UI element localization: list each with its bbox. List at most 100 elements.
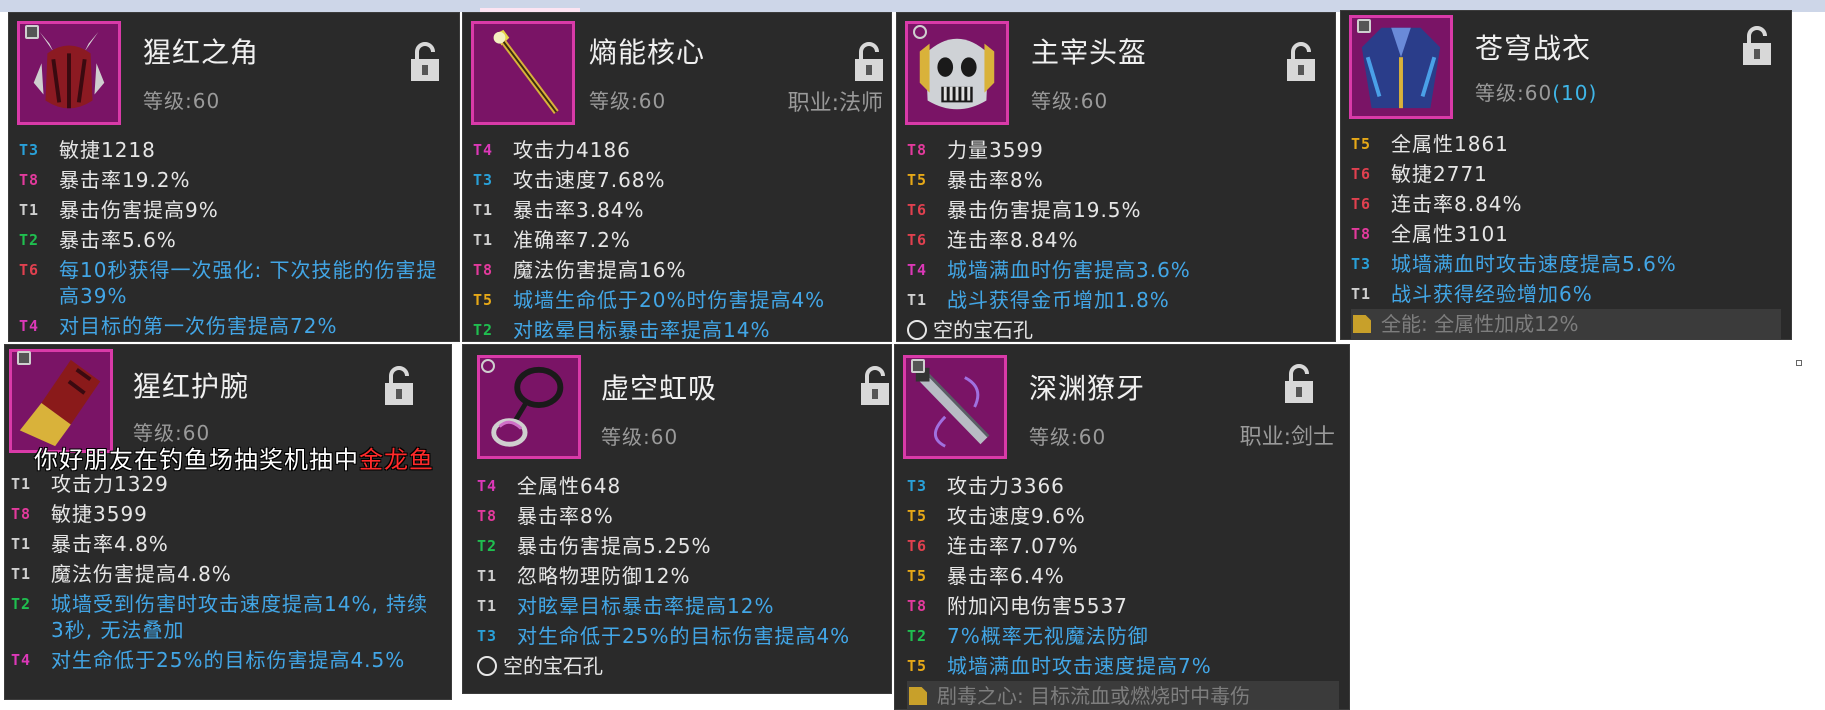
stat-line: T2 城墙受到伤害时攻击速度提高14%, 持续3秒, 无法叠加 bbox=[11, 589, 441, 645]
stat-text: 战斗获得经验增加6% bbox=[1391, 282, 1593, 306]
stat-line: T5 暴击率8% bbox=[907, 165, 1325, 195]
stat-text: 暴击率4.8% bbox=[51, 532, 169, 556]
stat-text: 暴击率3.84% bbox=[513, 198, 645, 222]
item-name: 猩红之角 bbox=[143, 36, 260, 69]
stat-line: T5 城墙生命低于20%时伤害提高4% bbox=[473, 285, 881, 315]
tier-tag: T3 bbox=[477, 627, 498, 645]
stat-text: 暴击伤害提高19.5% bbox=[947, 198, 1142, 222]
stat-line: T6 暴击伤害提高19.5% bbox=[907, 195, 1325, 225]
lock-icon[interactable] bbox=[409, 41, 441, 83]
tier-tag: T5 bbox=[1351, 135, 1372, 153]
lock-icon[interactable] bbox=[1285, 41, 1317, 83]
stat-line: T4 对目标的第一次伤害提高72% bbox=[19, 311, 449, 341]
gem-slot-label: 空的宝石孔 bbox=[933, 318, 1033, 342]
tier-tag: T8 bbox=[11, 505, 32, 523]
lock-icon[interactable] bbox=[859, 365, 891, 407]
stat-text: 暴击伤害提高9% bbox=[59, 198, 219, 222]
stat-line: T4 全属性648 bbox=[477, 471, 881, 501]
stat-line: T4 攻击力4186 bbox=[473, 135, 881, 165]
stat-text: 敏捷2771 bbox=[1391, 162, 1488, 186]
broadcast-text: 你好朋友在钓鱼场抽奖机抽中 bbox=[34, 446, 359, 474]
stat-line: T2 暴击伤害提高5.25% bbox=[477, 531, 881, 561]
stat-text: 暴击率5.6% bbox=[59, 228, 177, 252]
broadcast-message: 你好朋友在钓鱼场抽奖机抽中金龙鱼 bbox=[34, 440, 434, 475]
stat-line: T4 城墙满血时伤害提高3.6% bbox=[907, 255, 1325, 285]
stat-list: T3 攻击力3366 T5 攻击速度9.6% T6 连击率7.07% T5 暴击率6.4… bbox=[907, 471, 1339, 709]
stat-text: 连击率7.07% bbox=[947, 534, 1079, 558]
tier-tag: T2 bbox=[19, 231, 40, 249]
stat-line: T6 敏捷2771 bbox=[1351, 159, 1781, 189]
stat-text: 城墙满血时攻击速度提高5.6% bbox=[1391, 252, 1677, 276]
tier-tag: T3 bbox=[907, 477, 928, 495]
stat-line: T4 对生命低于25%的目标伤害提高4.5% bbox=[11, 645, 441, 675]
tier-tag: T6 bbox=[907, 231, 928, 249]
tier-tag: T1 bbox=[11, 565, 32, 583]
set-bonus: 剧毒之心: 目标流血或燃烧时中毒伤 bbox=[907, 681, 1339, 709]
stat-line: T8 全属性3101 bbox=[1351, 219, 1781, 249]
item-card-entropy-core[interactable]: 熵能核心 等级:60 职业:法师 T4 攻击力4186 T3 攻击速度7.68% T… bbox=[462, 12, 892, 342]
stat-line: T1 暴击伤害提高9% bbox=[19, 195, 449, 225]
stat-text: 全属性648 bbox=[517, 474, 622, 498]
tier-tag: T6 bbox=[907, 537, 928, 555]
gem-slot[interactable]: 空的宝石孔 bbox=[477, 651, 881, 681]
tier-tag: T4 bbox=[19, 317, 40, 335]
tier-tag: T5 bbox=[907, 567, 928, 585]
stat-text: 对眩晕目标暴击率提高12% bbox=[517, 594, 775, 618]
item-level: 等级:60 bbox=[143, 89, 221, 113]
tier-tag: T1 bbox=[11, 535, 32, 553]
item-name: 深渊獠牙 bbox=[1029, 372, 1146, 405]
lock-icon[interactable] bbox=[383, 365, 415, 407]
tier-tag: T8 bbox=[19, 171, 40, 189]
set-bonus-text: 剧毒之心: 目标流血或燃烧时中毒伤 bbox=[937, 684, 1251, 708]
gem-slot[interactable]: 空的宝石孔 bbox=[907, 315, 1325, 342]
item-card-overlord-helmet[interactable]: 主宰头盔 等级:60 T8 力量3599 T5 暴击率8% T6 暴击伤害提高19.5… bbox=[896, 12, 1336, 342]
stat-text: 敏捷1218 bbox=[59, 138, 156, 162]
tier-tag: T4 bbox=[473, 141, 494, 159]
tier-tag: T5 bbox=[907, 507, 928, 525]
stat-line: T6 连击率7.07% bbox=[907, 531, 1339, 561]
stat-text: 魔法伤害提高16% bbox=[513, 258, 687, 282]
item-card-scarlet-bracer[interactable]: 猩红护腕 等级:60 T1 攻击力1329 T8 敏捷3599 T1 暴击率4.8% … bbox=[4, 344, 452, 700]
stat-text: 暴击率19.2% bbox=[59, 168, 191, 192]
lock-icon[interactable] bbox=[853, 41, 885, 83]
item-level: 等级:60(10) bbox=[1475, 81, 1598, 105]
stat-text: 暴击率6.4% bbox=[947, 564, 1065, 588]
item-card-scarlet-horn[interactable]: 猩红之角 等级:60 T3 敏捷1218 T8 暴击率19.2% T1 暴击伤害提高9… bbox=[8, 12, 460, 342]
stat-text: 忽略物理防御12% bbox=[517, 564, 691, 588]
set-flag-icon bbox=[1353, 315, 1371, 333]
stat-text: 魔法伤害提高4.8% bbox=[51, 562, 232, 586]
tier-tag: T4 bbox=[907, 261, 928, 279]
item-name: 猩红护腕 bbox=[133, 370, 250, 403]
stat-text: 暴击率8% bbox=[517, 504, 614, 528]
stat-line: T8 附加闪电伤害5537 bbox=[907, 591, 1339, 621]
quality-marker bbox=[911, 359, 925, 373]
broadcast-highlight: 金龙鱼 bbox=[359, 446, 434, 474]
item-name: 主宰头盔 bbox=[1031, 36, 1148, 69]
quality-marker bbox=[25, 25, 39, 39]
quality-marker bbox=[913, 25, 927, 39]
stat-text: 对生命低于25%的目标伤害提高4.5% bbox=[51, 648, 406, 672]
item-name: 虚空虹吸 bbox=[601, 372, 718, 405]
class-requirement: 职业:法师 bbox=[787, 91, 883, 116]
item-card-abyss-fang[interactable]: 深渊獠牙 等级:60 职业:剑士 T3 攻击力3366 T5 攻击速度9.6% T6… bbox=[894, 344, 1350, 710]
stat-line: T6 连击率8.84% bbox=[907, 225, 1325, 255]
item-icon-frame bbox=[471, 21, 575, 125]
item-name: 熵能核心 bbox=[589, 36, 706, 69]
tier-tag: T8 bbox=[473, 261, 494, 279]
stat-line: T6 连击率8.84% bbox=[1351, 189, 1781, 219]
stat-line: T1 暴击率3.84% bbox=[473, 195, 881, 225]
stat-line: T2 暴击率5.6% bbox=[19, 225, 449, 255]
tier-tag: T8 bbox=[477, 507, 498, 525]
stat-line: T1 忽略物理防御12% bbox=[477, 561, 881, 591]
stat-line: T3 攻击力3366 bbox=[907, 471, 1339, 501]
tier-tag: T2 bbox=[11, 595, 32, 613]
item-card-sky-armor[interactable]: 苍穹战衣 等级:60(10) T5 全属性1861 T6 敏捷2771 T6 连击率8… bbox=[1340, 10, 1792, 340]
tier-tag: T8 bbox=[907, 141, 928, 159]
tier-tag: T6 bbox=[1351, 195, 1372, 213]
lock-icon[interactable] bbox=[1741, 25, 1773, 67]
stat-text: 攻击力3366 bbox=[947, 474, 1065, 498]
lock-icon[interactable] bbox=[1283, 363, 1315, 405]
skull-helmet-icon bbox=[908, 24, 1006, 122]
stat-text: 每10秒获得一次强化: 下次技能的伤害提高39% bbox=[59, 258, 438, 308]
item-card-void-siphon[interactable]: 虚空虹吸 等级:60 T4 全属性648 T8 暴击率8% T2 暴击伤害提高5.25… bbox=[462, 344, 892, 694]
